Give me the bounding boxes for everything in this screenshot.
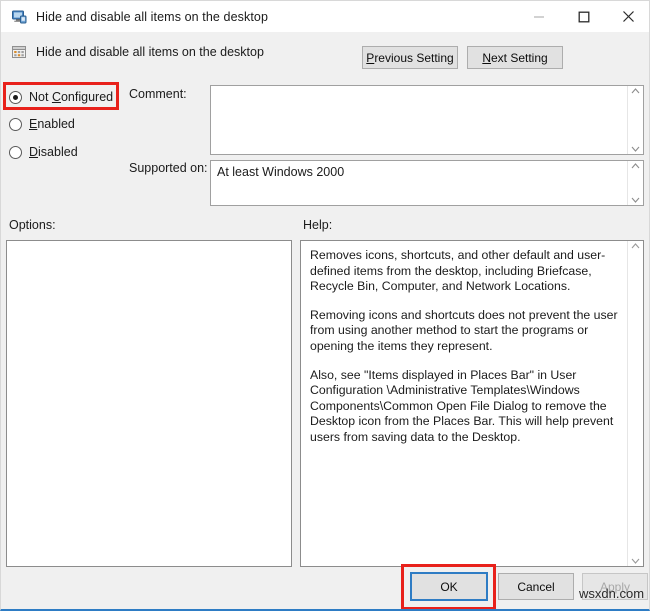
minimize-button[interactable] <box>516 1 561 32</box>
radio-label-enabled: Enabled <box>29 117 75 131</box>
previous-setting-button[interactable]: Previous Setting <box>362 46 458 69</box>
radio-disabled[interactable]: Disabled <box>9 143 78 161</box>
help-paragraph: Removing icons and shortcuts does not pr… <box>310 307 618 353</box>
chevron-down-icon <box>631 197 640 203</box>
chevron-up-icon <box>631 88 640 94</box>
watermark: wsxdn.com <box>579 586 645 601</box>
radio-enabled[interactable]: Enabled <box>9 115 75 133</box>
help-panel: Removes icons, shortcuts, and other defa… <box>300 240 644 567</box>
next-setting-accel: N <box>482 50 491 65</box>
computer-policy-icon <box>11 9 27 25</box>
ok-button[interactable]: OK <box>410 572 488 601</box>
previous-setting-label: revious Setting <box>374 50 454 65</box>
chevron-up-icon <box>631 243 640 249</box>
radio-dot-enabled <box>9 117 22 131</box>
help-text: Removes icons, shortcuts, and other defa… <box>301 241 627 566</box>
radio-label-not-configured: Not Configured <box>29 90 114 104</box>
window-title: Hide and disable all items on the deskto… <box>36 9 269 24</box>
chevron-up-icon <box>631 163 640 169</box>
chevron-down-icon <box>631 146 640 152</box>
supported-on-label: Supported on: <box>129 161 208 175</box>
maximize-icon <box>578 11 589 22</box>
maximize-button[interactable] <box>561 1 606 32</box>
radio-dot-not-configured <box>9 90 22 104</box>
radio-not-configured[interactable]: Not Configured <box>9 88 113 106</box>
close-button[interactable] <box>606 1 649 32</box>
next-setting-button[interactable]: Next Setting <box>467 46 563 69</box>
supported-on-scrollbar[interactable] <box>627 161 643 205</box>
help-paragraph: Removes icons, shortcuts, and other defa… <box>310 248 606 294</box>
options-panel[interactable] <box>6 240 292 567</box>
policy-setting-icon <box>11 44 27 60</box>
help-paragraph: Also, see "Items displayed in Places Bar… <box>310 367 614 444</box>
comment-value[interactable] <box>211 86 627 154</box>
close-icon <box>623 11 634 22</box>
setting-title: Hide and disable all items on the deskto… <box>36 45 264 59</box>
comment-scrollbar[interactable] <box>627 86 643 154</box>
minimize-icon <box>533 15 544 18</box>
help-scrollbar[interactable] <box>627 241 643 566</box>
options-label: Options: <box>9 218 56 232</box>
supported-on-value[interactable]: At least Windows 2000 <box>211 161 627 205</box>
group-policy-setting-dialog: Hide and disable all items on the deskto… <box>0 0 650 611</box>
title-bar: Hide and disable all items on the deskto… <box>1 1 649 32</box>
radio-dot-disabled <box>9 145 22 159</box>
chevron-down-icon <box>631 558 640 564</box>
comment-label: Comment: <box>129 87 187 101</box>
comment-input[interactable] <box>210 85 644 155</box>
next-setting-label: ext Setting <box>490 50 548 65</box>
supported-on-input[interactable]: At least Windows 2000 <box>210 160 644 206</box>
radio-label-disabled: Disabled <box>29 145 78 159</box>
cancel-button[interactable]: Cancel <box>498 573 574 600</box>
help-label: Help: <box>303 218 333 232</box>
